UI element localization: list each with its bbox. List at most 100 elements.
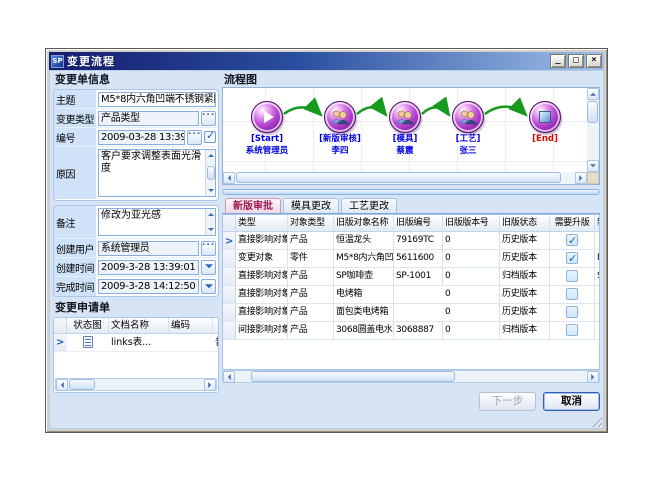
scroll-left-icon[interactable] — [223, 172, 235, 184]
old-status-cell: 历史版本 — [500, 250, 550, 267]
need-upgrade-column-header[interactable]: 需要升版 — [550, 215, 595, 231]
cancel-button[interactable]: 取消 — [543, 392, 600, 411]
scroll-thumb[interactable] — [69, 379, 95, 390]
scroll-up-icon[interactable] — [208, 210, 214, 216]
scroll-thumb[interactable] — [207, 166, 215, 180]
approval-table-hscrollbar[interactable] — [222, 370, 600, 383]
scroll-up-icon[interactable] — [208, 151, 214, 157]
doc-type-cell: 普通 — [213, 335, 219, 351]
reason-textarea[interactable]: 客户要求调整表面光滑度 — [98, 149, 216, 197]
request-list-row[interactable]: > links表... 普通 — [54, 334, 218, 352]
creator-input[interactable]: 系统管理员 — [98, 241, 199, 256]
remark-scrollbar[interactable] — [205, 209, 215, 235]
old-number-cell: 79169TC — [394, 232, 443, 249]
upgrade-checkbox[interactable] — [566, 306, 578, 318]
create-time-input[interactable]: 2009-3-28 13:39:01 — [98, 260, 199, 275]
flowchart-vscrollbar[interactable] — [587, 88, 599, 172]
app-icon: SP — [51, 55, 64, 68]
meta-info-group: 备注 修改为亚光感 创建用户 系统管理员 — [53, 205, 219, 297]
number-input[interactable]: 2009-03-28 13:39:01 — [98, 130, 185, 145]
finish-time-label: 完成时间 — [54, 277, 96, 296]
new-name-column-header[interactable]: 新版对象名称 — [595, 215, 600, 231]
upgrade-checkbox[interactable] — [566, 252, 578, 264]
scroll-up-icon[interactable] — [587, 88, 599, 100]
tab[interactable]: 模具更改 — [283, 198, 339, 213]
flowchart-hscrollbar[interactable] — [223, 172, 587, 184]
old-status-cell: 历史版本 — [500, 304, 550, 321]
create-time-dropdown-button[interactable] — [201, 260, 216, 275]
change-type-ellipsis-button[interactable] — [201, 111, 216, 126]
number-ellipsis-button[interactable] — [187, 130, 202, 145]
table-row[interactable]: > 间接影响对象 产品 3068圆盖电水壶 3068887 0 归档版本 — [223, 322, 599, 340]
request-list-hscrollbar[interactable] — [55, 378, 217, 391]
document-icon — [83, 336, 93, 348]
scroll-down-icon[interactable] — [208, 228, 214, 234]
number-checkbox[interactable] — [204, 131, 216, 143]
splitter-handle[interactable] — [222, 189, 600, 195]
scroll-left-icon[interactable] — [56, 379, 68, 391]
old-name-column-header[interactable]: 旧版对象名称 — [334, 215, 394, 231]
scroll-right-icon[interactable] — [575, 172, 587, 184]
approval-table: 类型 对象类型 旧版对象名称 旧版编号 旧版版本号 旧版状态 需要升版 新版对象… — [222, 214, 600, 370]
tab[interactable]: 工艺更改 — [341, 198, 397, 213]
upgrade-checkbox[interactable] — [566, 324, 578, 336]
creator-ellipsis-button[interactable] — [201, 241, 216, 256]
change-process-window: SP 变更流程 _ □ × 变更单信息 主题 M5*8内六角凹端不锈钢紧固螺钉 … — [45, 48, 608, 433]
number-label: 编号 — [54, 128, 96, 146]
upgrade-checkbox[interactable] — [566, 234, 578, 246]
scroll-right-icon[interactable] — [204, 379, 216, 391]
resize-grip[interactable] — [590, 415, 602, 427]
row-selector-cell: > — [223, 286, 236, 303]
minimize-button[interactable]: _ — [550, 54, 566, 68]
doc-name-column-header[interactable]: 文档名称 — [109, 318, 169, 333]
old-number-column-header[interactable]: 旧版编号 — [394, 215, 443, 231]
type-column-header[interactable]: 类型 — [236, 215, 288, 231]
scroll-thumb[interactable] — [251, 371, 455, 382]
scroll-thumb[interactable] — [587, 101, 598, 123]
tab[interactable]: 新版审批 — [225, 198, 281, 213]
need-upgrade-cell — [550, 250, 595, 267]
remark-textarea[interactable]: 修改为亚光感 — [98, 208, 216, 236]
remark-label: 备注 — [54, 206, 96, 238]
flowchart-canvas[interactable]: [Start] 系统管理员 [新版审核] 李四 [模具] 蔡震 — [223, 88, 587, 172]
scroll-down-icon[interactable] — [587, 160, 599, 172]
reason-label: 原因 — [54, 147, 96, 199]
end-node-icon[interactable] — [529, 101, 561, 133]
need-upgrade-cell — [550, 304, 595, 321]
upgrade-checkbox[interactable] — [566, 288, 578, 300]
flow-node-start[interactable]: [Start] 系统管理员 — [229, 101, 305, 157]
old-version-cell: 0 — [443, 268, 500, 285]
scroll-right-icon[interactable] — [587, 371, 599, 383]
status-icon-column-header[interactable]: 状态图 — [67, 318, 109, 333]
finish-time-input[interactable]: 2009-3-28 14:12:50 — [98, 279, 199, 294]
change-type-input[interactable]: 产品类型 — [98, 111, 199, 126]
table-row[interactable]: > 直接影响对象 产品 恒温龙头 79169TC 0 历史版本 — [223, 232, 599, 250]
upgrade-checkbox[interactable] — [566, 270, 578, 282]
maximize-button[interactable]: □ — [568, 54, 584, 68]
reason-scrollbar[interactable] — [205, 150, 215, 196]
start-node-icon[interactable] — [251, 101, 283, 133]
users-node-icon[interactable] — [324, 101, 356, 133]
table-row[interactable]: > 直接影响对象 产品 SP咖啡壶 SP-1001 0 归档版本 SP咖 — [223, 268, 599, 286]
old-status-column-header[interactable]: 旧版状态 — [500, 215, 550, 231]
table-row[interactable]: > 直接影响对象 产品 电烤箱 0 历史版本 — [223, 286, 599, 304]
users-node-icon[interactable] — [389, 101, 421, 133]
new-name-cell: SP咖 — [595, 268, 600, 285]
code-column-header[interactable]: 编码 — [169, 318, 213, 333]
table-row[interactable]: > 直接影响对象 产品 面包类电烤箱 0 历史版本 — [223, 304, 599, 322]
titlebar[interactable]: SP 变更流程 _ □ × — [49, 52, 604, 70]
scroll-down-icon[interactable] — [208, 189, 214, 195]
object-type-column-header[interactable]: 对象类型 — [288, 215, 334, 231]
users-node-icon[interactable] — [452, 101, 484, 133]
extra-column-header[interactable] — [213, 318, 219, 333]
old-version-column-header[interactable]: 旧版版本号 — [443, 215, 500, 231]
finish-time-dropdown-button[interactable] — [201, 279, 216, 294]
scroll-left-icon[interactable] — [223, 371, 235, 383]
node-sublabel: 张三 — [430, 147, 506, 157]
scroll-thumb[interactable] — [236, 172, 561, 183]
table-row[interactable]: > 变更对象 零件 M5*8内六角凹... 5611600 0 历史版本 M5*… — [223, 250, 599, 268]
flow-node-end[interactable]: [End] — [507, 101, 583, 145]
flow-node-process[interactable]: [工艺] 张三 — [430, 101, 506, 157]
close-button[interactable]: × — [586, 54, 602, 68]
subject-input[interactable]: M5*8内六角凹端不锈钢紧固螺钉 — [98, 92, 216, 107]
